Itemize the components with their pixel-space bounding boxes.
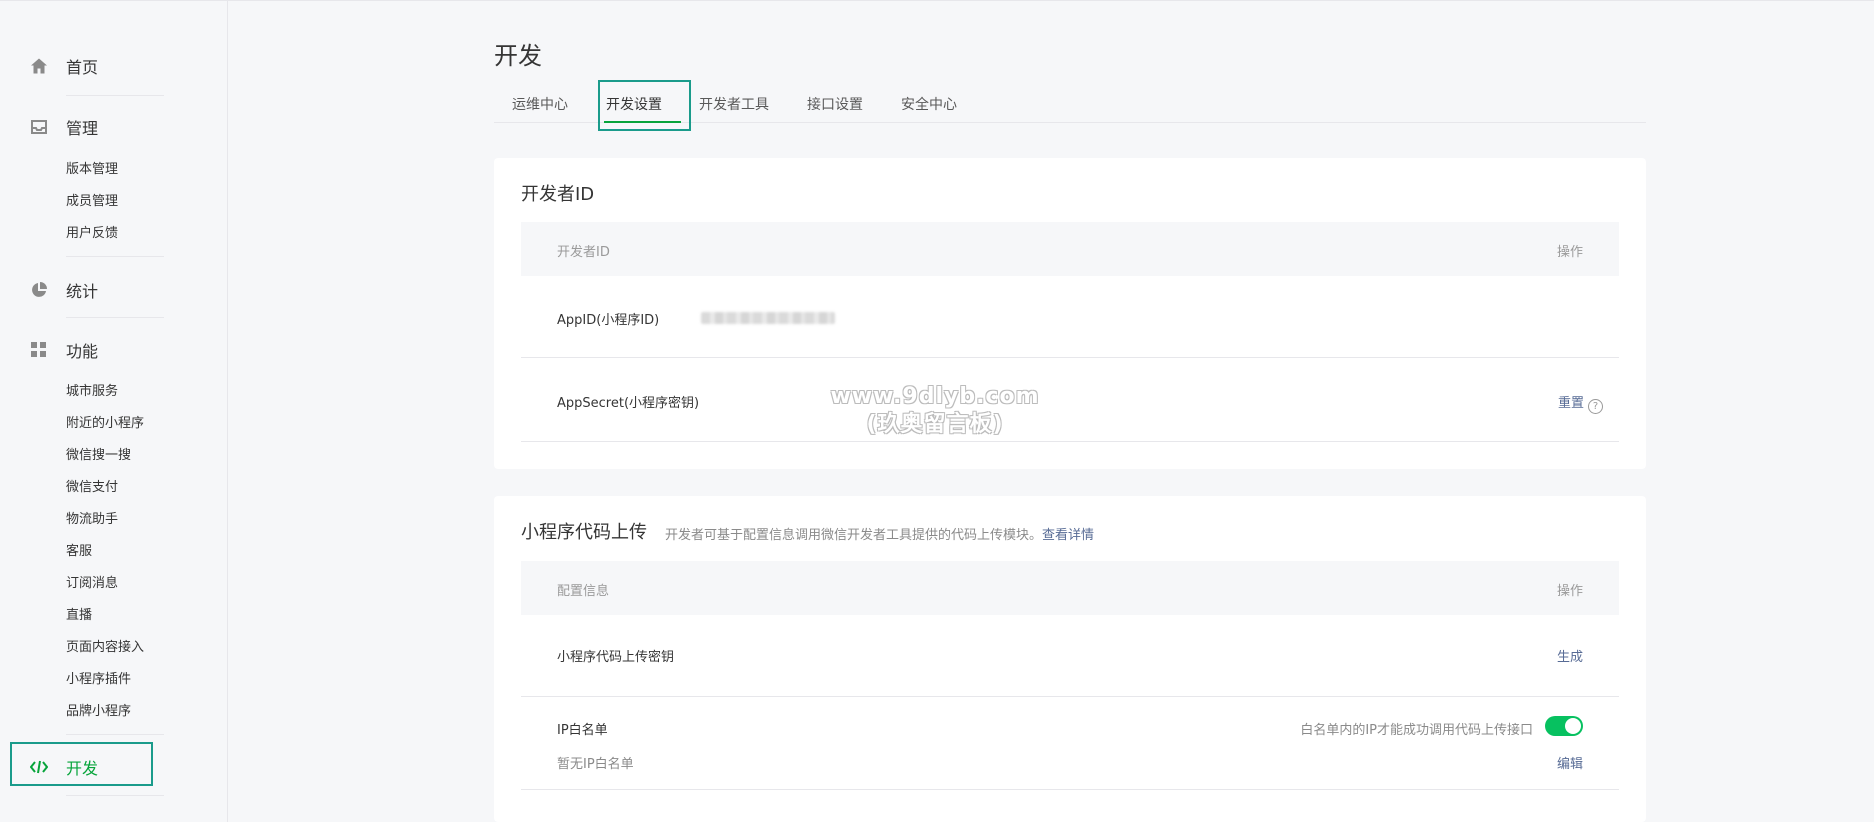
sidebar-item-wechat-search[interactable]: 微信搜一搜 xyxy=(66,448,131,464)
sidebar-item-city-service[interactable]: 城市服务 xyxy=(66,384,118,400)
column-header: 配置信息 xyxy=(557,584,610,599)
sidebar-item-customer-service[interactable]: 客服 xyxy=(66,544,92,560)
toggle-knob xyxy=(1565,718,1581,734)
top-border xyxy=(0,0,1874,1)
table-row: IP白名单 暂无IP白名单 白名单内的IP才能成功调用代码上传接口 编辑 xyxy=(521,697,1619,790)
card-title: 开发者ID xyxy=(521,184,595,205)
tab-dev-tools[interactable]: 开发者工具 xyxy=(699,94,769,114)
divider xyxy=(66,795,164,796)
ip-whitelist-label: IP白名单 xyxy=(557,723,608,738)
sidebar-item-stats[interactable]: 统计 xyxy=(30,276,98,304)
sidebar-item-member-management[interactable]: 成员管理 xyxy=(66,194,118,210)
appid-value-masked xyxy=(701,312,835,324)
table-header: 配置信息 操作 xyxy=(521,561,1619,615)
home-icon xyxy=(30,57,48,75)
sidebar-item-label: 统计 xyxy=(66,282,99,301)
table-header: 开发者ID 操作 xyxy=(521,222,1619,276)
sidebar-item-live[interactable]: 直播 xyxy=(66,608,92,624)
sidebar-item-label: 首页 xyxy=(66,58,99,77)
upload-key-label: 小程序代码上传密钥 xyxy=(557,650,675,665)
ip-whitelist-hint: 白名单内的IP才能成功调用代码上传接口 xyxy=(1300,723,1533,738)
page-title: 开发 xyxy=(494,42,542,70)
description-text: 开发者可基于配置信息调用微信开发者工具提供的代码上传模块。 xyxy=(665,528,1043,543)
divider xyxy=(66,734,164,735)
ip-whitelist-empty: 暂无IP白名单 xyxy=(557,757,634,772)
sidebar-item-version-management[interactable]: 版本管理 xyxy=(66,162,118,178)
appsecret-label: AppSecret(小程序密钥) xyxy=(557,396,700,411)
sidebar-item-wechat-pay[interactable]: 微信支付 xyxy=(66,480,118,496)
edit-whitelist-button[interactable]: 编辑 xyxy=(1557,753,1583,772)
developer-id-card: 开发者ID 开发者ID 操作 AppID(小程序ID) AppSecret(小程… xyxy=(494,158,1646,469)
sidebar: 首页 管理 版本管理 成员管理 用户反馈 统计 功能 城市服务 附近的小程序 微… xyxy=(0,0,228,822)
divider xyxy=(66,256,164,257)
inbox-icon xyxy=(30,118,48,136)
card-description: 开发者可基于配置信息调用微信开发者工具提供的代码上传模块。查看详情 xyxy=(665,524,1094,543)
sidebar-item-user-feedback[interactable]: 用户反馈 xyxy=(66,226,118,242)
sidebar-item-page-content[interactable]: 页面内容接入 xyxy=(66,640,144,656)
view-details-link[interactable]: 查看详情 xyxy=(1042,528,1094,543)
table-row: AppID(小程序ID) xyxy=(521,276,1619,358)
tab-security-center[interactable]: 安全中心 xyxy=(901,94,957,114)
table-row: 小程序代码上传密钥 生成 xyxy=(521,615,1619,697)
sidebar-item-logistics[interactable]: 物流助手 xyxy=(66,512,118,528)
sidebar-item-subscribe-message[interactable]: 订阅消息 xyxy=(66,576,118,592)
sidebar-item-manage[interactable]: 管理 xyxy=(30,113,98,141)
column-header: 开发者ID xyxy=(557,245,610,260)
column-header: 操作 xyxy=(1556,245,1583,260)
table-row: AppSecret(小程序密钥) 重置? xyxy=(521,358,1619,442)
divider xyxy=(66,95,164,96)
reset-label: 重置 xyxy=(1557,396,1584,411)
sidebar-item-label: 管理 xyxy=(66,119,99,138)
code-upload-card: 小程序代码上传 开发者可基于配置信息调用微信开发者工具提供的代码上传模块。查看详… xyxy=(494,496,1646,822)
sidebar-item-home[interactable]: 首页 xyxy=(30,52,98,80)
code-icon xyxy=(29,758,49,776)
card-title: 小程序代码上传 xyxy=(521,522,647,543)
sidebar-item-label: 功能 xyxy=(66,342,99,361)
tab-ops-center[interactable]: 运维中心 xyxy=(512,94,568,114)
sidebar-item-nearby-miniprogram[interactable]: 附近的小程序 xyxy=(66,416,144,432)
reset-secret-button[interactable]: 重置? xyxy=(1558,392,1603,414)
column-header: 操作 xyxy=(1556,584,1583,599)
generate-key-button[interactable]: 生成 xyxy=(1557,646,1583,665)
sidebar-item-label: 开发 xyxy=(66,759,99,778)
sidebar-item-brand-miniprogram[interactable]: 品牌小程序 xyxy=(66,704,131,720)
sidebar-item-develop[interactable]: 开发 xyxy=(29,753,99,781)
pie-chart-icon xyxy=(30,281,48,299)
ip-whitelist-toggle[interactable] xyxy=(1545,716,1583,736)
sidebar-item-plugin[interactable]: 小程序插件 xyxy=(66,672,131,688)
highlight-box-tab xyxy=(598,80,691,131)
grid-icon xyxy=(30,341,48,359)
sidebar-item-features[interactable]: 功能 xyxy=(30,336,98,364)
divider xyxy=(66,317,164,318)
tab-api-settings[interactable]: 接口设置 xyxy=(807,94,863,114)
help-icon[interactable]: ? xyxy=(1588,399,1603,414)
appid-label: AppID(小程序ID) xyxy=(557,313,660,328)
